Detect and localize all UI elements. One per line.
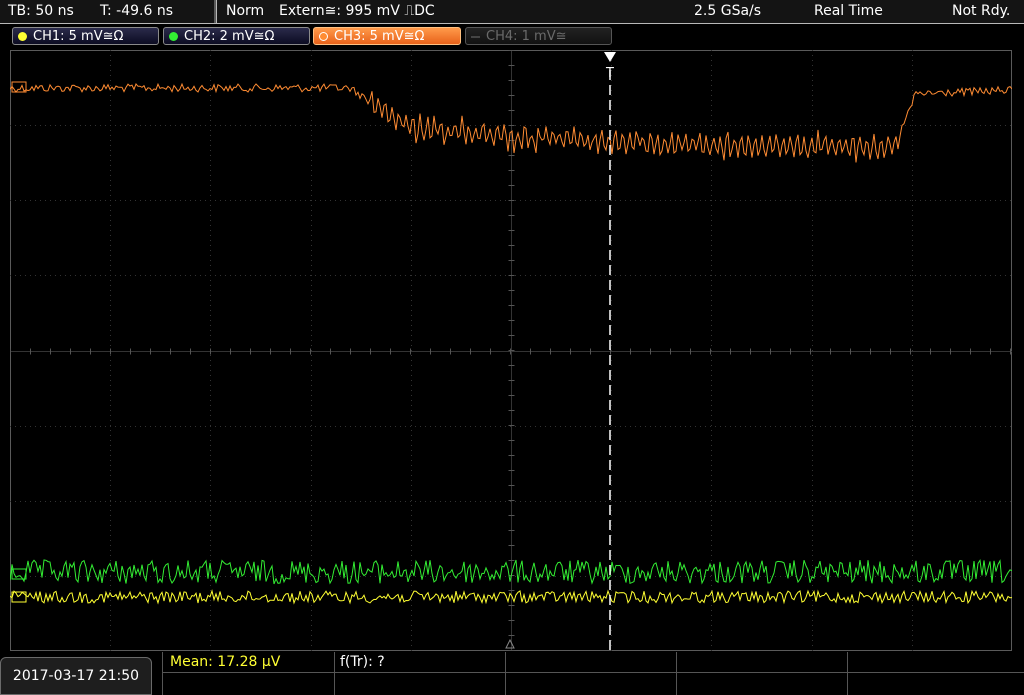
datetime-tab[interactable]: 2017-03-17 21:50 — [0, 657, 152, 695]
channel-bar: CH1: 5 mV≅Ω CH2: 2 mV≅Ω CH3: 5 mV≅Ω CH4:… — [0, 24, 1024, 48]
channel-4-button[interactable]: CH4: 1 mV≅ — [465, 27, 612, 45]
channel-4-dash-icon — [471, 36, 480, 38]
measurement-divider — [676, 652, 677, 695]
timebase-box[interactable]: TB: 50 ns T: -49.6 ns — [0, 0, 216, 23]
timebase-readout[interactable]: TB: 50 ns — [8, 3, 74, 19]
trigger-marker-label: T — [605, 66, 614, 81]
waveform-canvas[interactable]: T — [10, 50, 1012, 651]
sample-rate[interactable]: 2.5 GSa/s — [694, 3, 761, 19]
measurement-divider — [847, 652, 848, 695]
measurement-divider — [162, 652, 163, 695]
measurement-divider — [334, 652, 335, 695]
graticule — [10, 50, 1012, 651]
trigger-time-readout[interactable]: T: -49.6 ns — [100, 3, 173, 19]
measurement-row-divider — [162, 672, 1024, 673]
status-bar: TB: 50 ns T: -49.6 ns Norm Extern≅: 995 … — [0, 0, 1024, 24]
time-reference-icon — [505, 638, 515, 649]
datetime-label: 2017-03-17 21:50 — [12, 668, 140, 684]
channel-4-label: CH4: 1 mV≅ — [486, 29, 567, 44]
trigger-mode[interactable]: Norm — [226, 3, 264, 19]
acquisition-mode[interactable]: Real Time — [814, 3, 883, 19]
mean-measurement[interactable]: Mean: 17.28 µV — [170, 654, 280, 670]
channel-3-dot-icon — [319, 32, 328, 41]
trigger-arrow-icon[interactable] — [604, 52, 616, 62]
channel-1-dot-icon — [18, 32, 27, 41]
acquisition-status: Not Rdy. — [952, 3, 1011, 19]
channel-3-label: CH3: 5 mV≅Ω — [334, 29, 425, 44]
channel-1-button[interactable]: CH1: 5 mV≅Ω — [12, 27, 159, 45]
channel-2-button[interactable]: CH2: 2 mV≅Ω — [163, 27, 310, 45]
channel-1-label: CH1: 5 mV≅Ω — [33, 29, 124, 44]
trigger-source[interactable]: Extern≅: 995 mV ⎍DC — [279, 3, 435, 19]
measurement-divider — [505, 652, 506, 695]
channel-3-button[interactable]: CH3: 5 mV≅Ω — [313, 27, 461, 45]
footer-bar — [0, 652, 1024, 695]
channel-2-label: CH2: 2 mV≅Ω — [184, 29, 275, 44]
channel-2-dot-icon — [169, 32, 178, 41]
function-measurement[interactable]: f(Tr): ? — [340, 654, 385, 670]
